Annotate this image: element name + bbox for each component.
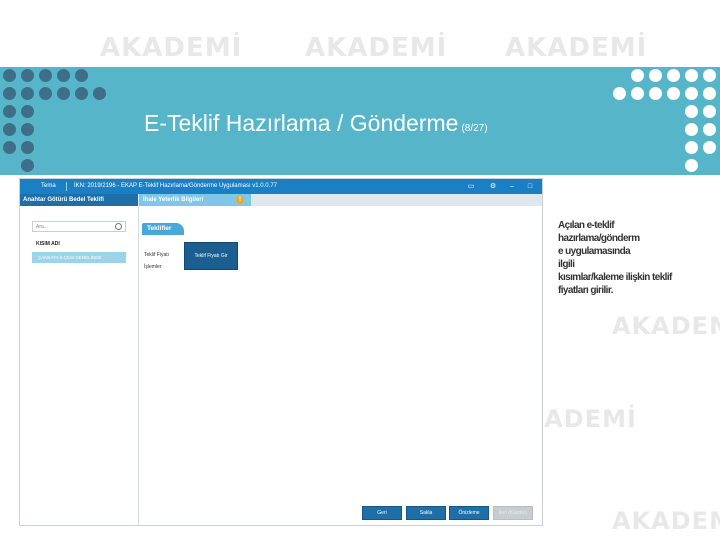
search-input[interactable]: Ara... [32,221,126,232]
slide-title: E-Teklif Hazırlama / Gönderme (8/27) [144,110,488,137]
enter-price-button[interactable]: Teklif Fiyatı Gir [184,242,238,270]
main-tabbar: Anahtar Götürü Bedel Teklifi İhale Yeter… [20,194,542,206]
list-item-cankaya[interactable]: ÇANKAYA İLÇESİ GENELİNDE [32,252,126,263]
search-icon[interactable] [115,223,122,230]
side-note-line: kısımlar/kaleme ilişkin teklif [558,272,672,283]
label-islemler: İşlemler [144,264,162,270]
tab-teklifler[interactable]: Teklifler [142,223,184,235]
tab-ihale-yeterlik[interactable]: İhale Yeterlik Bilgileri ! [139,194,251,206]
slide-title-text: E-Teklif Hazırlama / Gönderme [144,110,459,136]
side-note-line: Açılan e-teklif [558,220,615,231]
search-placeholder: Ara... [36,224,48,230]
maximize-icon[interactable]: □ [525,182,535,191]
close-icon[interactable]: ✕ [542,182,552,191]
window-title: İKN: 2019/2196 - EKAP E-Teklif Hazırlama… [74,183,277,189]
side-note-line: hazırlama/gönderm [558,233,640,244]
save-button[interactable]: Sakla [406,506,446,520]
side-note-line: e uygulamasında [558,246,631,257]
tab-anahtar-goturu[interactable]: Anahtar Götürü Bedel Teklifi [20,194,138,206]
window-titlebar: Tema İKN: 2019/2196 - EKAP E-Teklif Hazı… [20,179,550,194]
back-button[interactable]: Geri [362,506,402,520]
app-window: Tema İKN: 2019/2196 - EKAP E-Teklif Hazı… [19,178,550,526]
label-teklif-fiyati: Teklif Fiyatı [144,252,170,258]
left-panel: Ara... KISIM ADI ÇANKAYA İLÇESİ GENELİND… [20,206,139,525]
watermark-logo: AKADEMİ [612,312,720,340]
watermark-logo: AKADEMİ [100,33,243,63]
side-note: Açılan e-teklif hazırlama/gönderm e uygu… [558,219,708,297]
minimize-icon[interactable]: – [507,182,517,191]
watermark-logo: AKADEMİ [612,507,720,535]
side-note-line: ilgili [558,259,575,270]
watermark-logo: AKADEMİ [505,33,648,63]
page-indicator: (8/27) [461,123,488,134]
print-icon[interactable]: ▭ [466,182,476,191]
section-label: KISIM ADI [36,241,60,247]
preview-button[interactable]: Önizleme [449,506,489,520]
tab-ihale-yeterlik-label: İhale Yeterlik Bilgileri [143,197,204,203]
titlebar-divider [66,182,67,191]
side-note-line: fiyatları girilir. [558,285,613,296]
watermark-logo: AKADEMİ [305,33,448,63]
settings-icon[interactable]: ⚙ [488,182,498,191]
warning-icon: ! [236,196,244,204]
next-button[interactable]: İleri (Kaydet) [493,506,533,520]
app-name: Tema [41,183,56,189]
